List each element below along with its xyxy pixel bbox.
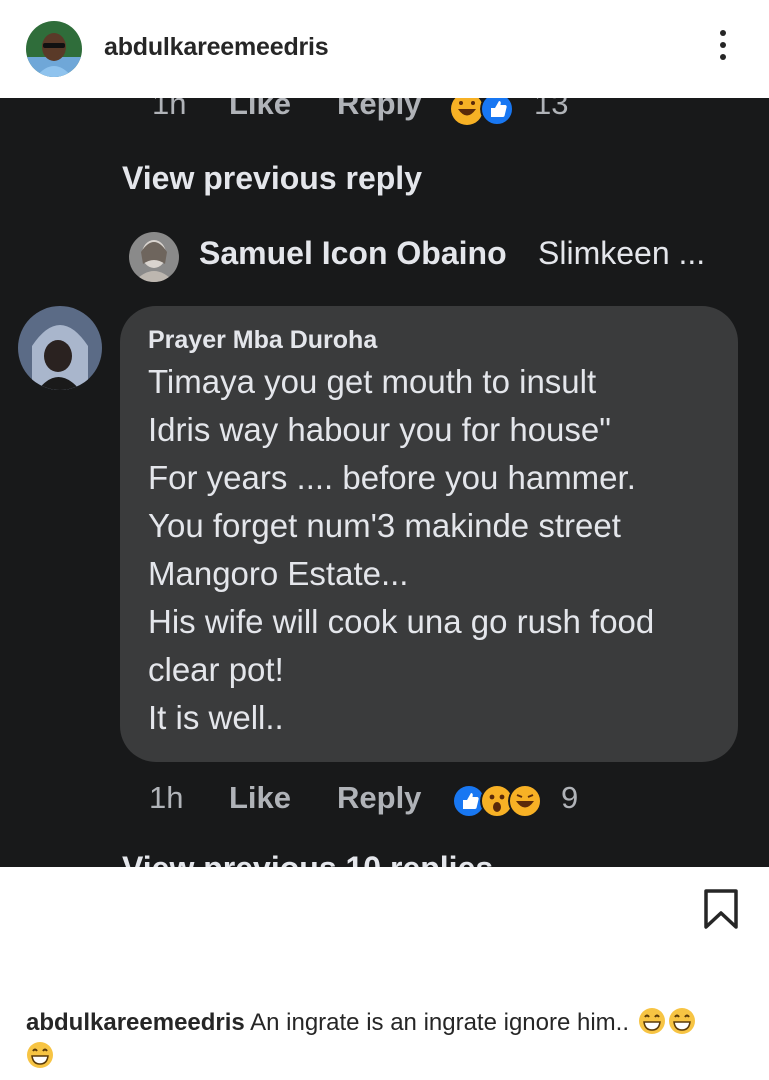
comment-line: His wife will cook una go rush food <box>148 603 655 640</box>
comment-author-avatar <box>18 306 102 390</box>
grinning-emoji-icon <box>668 1008 695 1034</box>
grinning-emoji-icon <box>27 1042 53 1068</box>
post-header: abdulkareemeedris <box>0 0 769 98</box>
comment-line: Timaya you get mouth to insult <box>148 363 597 400</box>
more-vertical-icon[interactable] <box>708 30 738 68</box>
haha-reaction-icon <box>508 784 542 818</box>
comment-line: You forget num'3 makinde street <box>148 507 621 544</box>
comment-line: Idris way habour you for house" <box>148 411 611 448</box>
comment-line: Mangoro Estate... <box>148 555 409 592</box>
post-image: 1h Like Reply 13 View previous reply Sam… <box>0 98 769 867</box>
top-reply: Reply <box>337 98 422 121</box>
comment-line: For years .... before you hammer. <box>148 459 636 496</box>
comment-reply-button[interactable]: Reply <box>337 780 421 816</box>
avatar[interactable] <box>26 21 82 77</box>
view-previous-reply-link[interactable]: View previous reply <box>122 160 422 197</box>
comment-reaction-count: 9 <box>561 780 579 815</box>
reply-snippet: Slimkeen ... <box>538 235 706 271</box>
comment-like-button[interactable]: Like <box>229 780 291 816</box>
top-time: 1h <box>152 98 187 121</box>
post-username[interactable]: abdulkareemeedris <box>104 33 329 62</box>
grinning-emoji-icon <box>638 1008 665 1034</box>
like-reaction-icon <box>480 98 514 126</box>
top-reaction-count: 13 <box>534 98 569 121</box>
comment-line: It is well.. <box>148 699 284 736</box>
post-caption: abdulkareemeedris An ingrate is an ingra… <box>26 1006 746 1074</box>
reply-author-avatar <box>129 232 179 282</box>
view-more-replies-link[interactable]: View previous 10 replies <box>122 850 493 867</box>
haha-reaction-icon <box>451 98 483 125</box>
bookmark-icon[interactable] <box>703 889 739 929</box>
comment-time: 1h <box>149 780 184 815</box>
comment-line: clear pot! <box>148 651 284 688</box>
comment-author-name[interactable]: Prayer Mba Duroha <box>148 326 377 355</box>
caption-text: An ingrate is an ingrate ignore him.. <box>250 1009 630 1036</box>
reply-author-name[interactable]: Samuel Icon Obaino <box>199 235 507 272</box>
top-like: Like <box>229 98 292 121</box>
caption-username[interactable]: abdulkareemeedris <box>26 1009 245 1036</box>
